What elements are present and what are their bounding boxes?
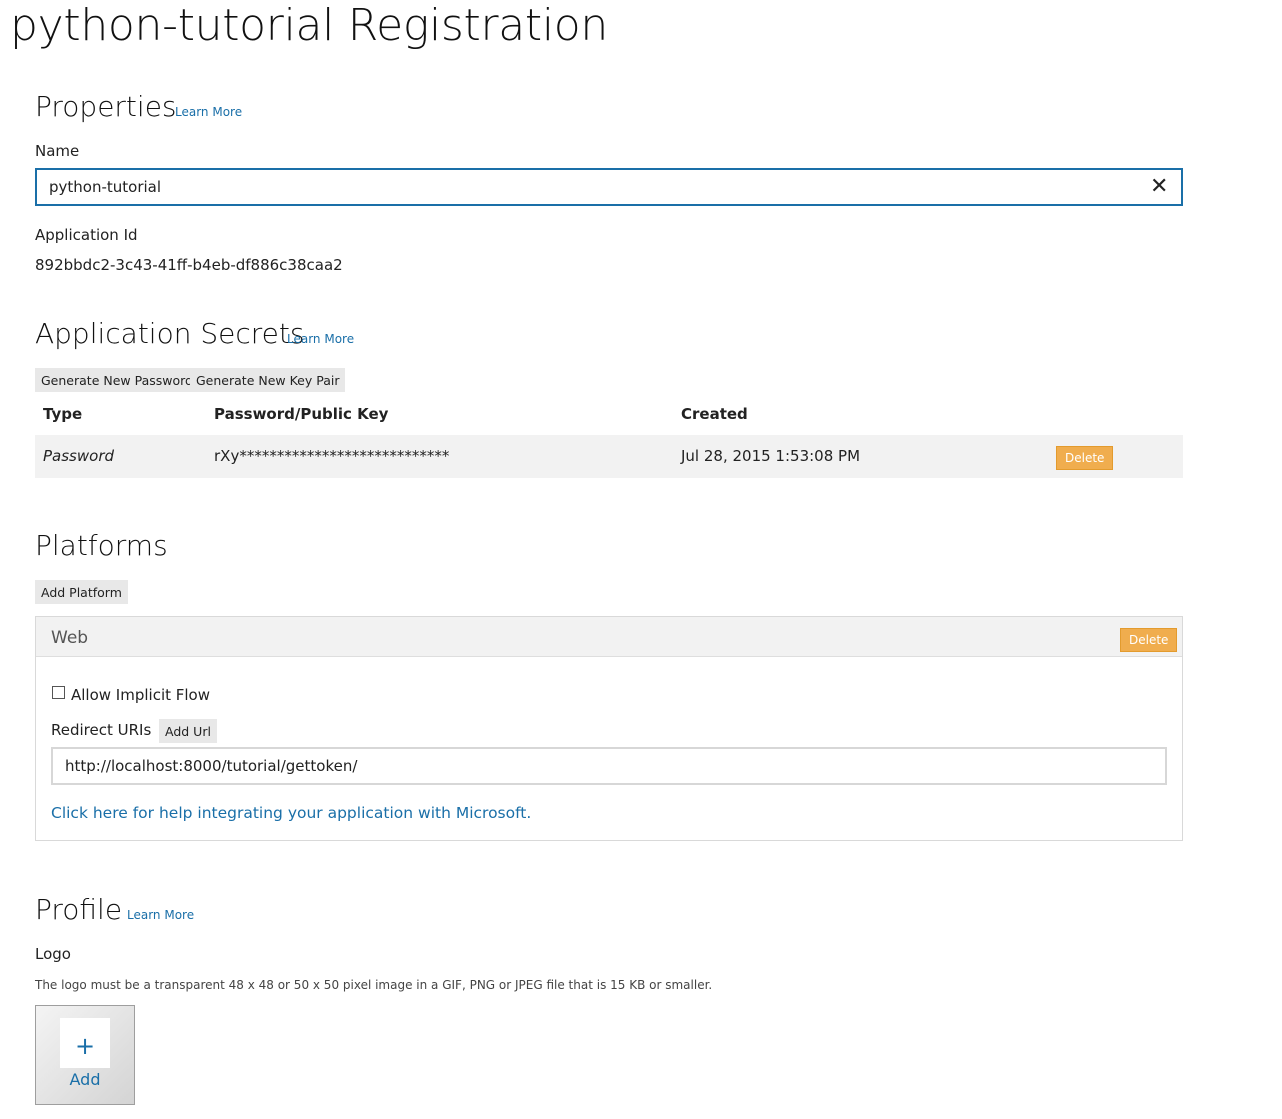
logo-help-text: The logo must be a transparent 48 x 48 o… <box>35 978 713 992</box>
clear-name-icon[interactable]: ✕ <box>1150 176 1168 198</box>
profile-learn-more-link[interactable]: Learn More <box>127 908 194 922</box>
page-title: python-tutorial Registration <box>10 0 608 51</box>
name-label: Name <box>35 142 80 160</box>
secrets-learn-more-link[interactable]: Learn More <box>287 332 354 346</box>
add-logo-label: Add <box>69 1070 101 1089</box>
delete-secret-button[interactable]: Delete <box>1056 446 1114 470</box>
table-row: Password rXy****************************… <box>35 435 1183 478</box>
delete-platform-button[interactable]: Delete <box>1120 628 1178 652</box>
secret-type: Password <box>43 447 115 465</box>
application-id-label: Application Id <box>35 226 138 244</box>
secret-created: Jul 28, 2015 1:53:08 PM <box>681 447 861 465</box>
web-panel-title: Web <box>51 628 89 648</box>
redirect-uri-input[interactable] <box>51 747 1167 785</box>
allow-implicit-flow-label: Allow Implicit Flow <box>71 686 211 704</box>
add-platform-button[interactable]: Add Platform <box>35 580 128 604</box>
properties-learn-more-link[interactable]: Learn More <box>175 105 242 119</box>
platforms-heading: Platforms <box>35 529 168 562</box>
generate-new-password-button[interactable]: Generate New Password <box>35 368 199 392</box>
profile-heading: Profile <box>35 893 123 926</box>
web-panel-header: Web Delete <box>36 617 1182 657</box>
integration-help-link[interactable]: Click here for help integrating your app… <box>51 804 531 822</box>
logo-label: Logo <box>35 945 71 963</box>
application-id-value: 892bbdc2-3c43-41ff-b4eb-df886c38caa2 <box>35 256 343 274</box>
application-secrets-heading: Application Secrets <box>35 317 305 350</box>
add-logo-button[interactable]: + Add <box>35 1005 135 1105</box>
column-header-type: Type <box>43 405 83 423</box>
secret-key: rXy**************************** <box>214 447 450 465</box>
redirect-uris-label: Redirect URIs <box>51 721 152 739</box>
plus-icon: + <box>74 1032 96 1060</box>
add-url-button[interactable]: Add Url <box>159 719 217 743</box>
column-header-key: Password/Public Key <box>214 405 389 423</box>
generate-new-key-pair-button[interactable]: Generate New Key Pair <box>190 368 346 392</box>
properties-heading: Properties <box>35 90 177 123</box>
web-platform-panel: Web Delete Allow Implicit Flow Redirect … <box>35 616 1183 841</box>
column-header-created: Created <box>681 405 748 423</box>
allow-implicit-flow-checkbox[interactable] <box>52 686 65 699</box>
name-input[interactable] <box>35 168 1183 206</box>
